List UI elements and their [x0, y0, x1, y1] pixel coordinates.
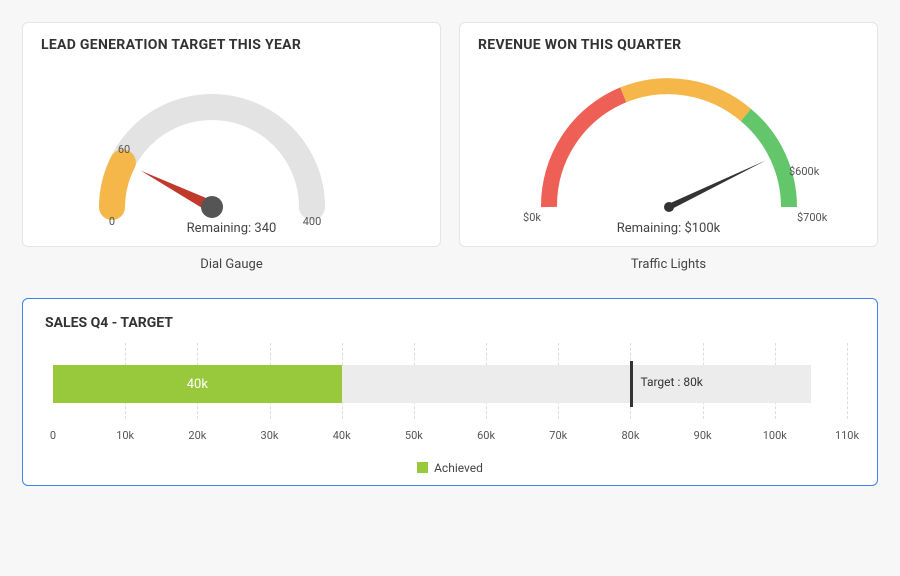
traffic-gauge-card: REVENUE WON THIS QUARTER $0k $700k $600k — [459, 22, 878, 247]
axis-tick: 70k — [549, 429, 567, 442]
axis-tick: 10k — [116, 429, 134, 442]
dial-min-label: 0 — [108, 215, 114, 227]
traffic-value-label: $600k — [789, 165, 820, 178]
axis-tick: 30k — [261, 429, 279, 442]
sales-title: SALES Q4 - TARGET — [45, 315, 855, 331]
dial-caption: Dial Gauge — [22, 257, 441, 272]
sales-legend: Achieved — [45, 461, 855, 475]
sales-bar-chart: 40k Target : 80k — [53, 355, 847, 415]
axis-tick: 60k — [477, 429, 495, 442]
traffic-gauge: $0k $700k $600k — [478, 57, 859, 227]
dial-title: LEAD GENERATION TARGET THIS YEAR — [41, 37, 422, 53]
bar-achieved: 40k — [53, 365, 342, 403]
traffic-min-label: $0k — [523, 211, 541, 224]
dial-gauge: 0 400 60 — [41, 57, 422, 227]
traffic-max-label: $700k — [797, 211, 828, 224]
dial-max-label: 400 — [302, 215, 321, 227]
axis-tick: 110k — [835, 429, 859, 442]
traffic-caption: Traffic Lights — [459, 257, 878, 272]
legend-swatch-achieved — [417, 462, 428, 473]
sales-axis: 010k20k30k40k50k60k70k80k90k100k110k — [53, 425, 847, 447]
axis-tick: 80k — [621, 429, 639, 442]
axis-tick: 40k — [333, 429, 351, 442]
axis-tick: 50k — [405, 429, 423, 442]
dial-gauge-card: LEAD GENERATION TARGET THIS YEAR 0 400 6… — [22, 22, 441, 247]
target-label: Target : 80k — [640, 375, 702, 389]
axis-tick: 100k — [763, 429, 787, 442]
axis-tick: 90k — [694, 429, 712, 442]
axis-tick: 0 — [50, 429, 56, 442]
dial-value-label: 60 — [117, 143, 129, 156]
bar-value-label: 40k — [187, 377, 208, 392]
axis-tick: 20k — [188, 429, 206, 442]
legend-label: Achieved — [434, 461, 483, 475]
sales-card[interactable]: SALES Q4 - TARGET 40k Target : 80k 0 10k 2… — [22, 298, 878, 486]
traffic-title: REVENUE WON THIS QUARTER — [478, 37, 859, 53]
target-line — [630, 361, 633, 407]
